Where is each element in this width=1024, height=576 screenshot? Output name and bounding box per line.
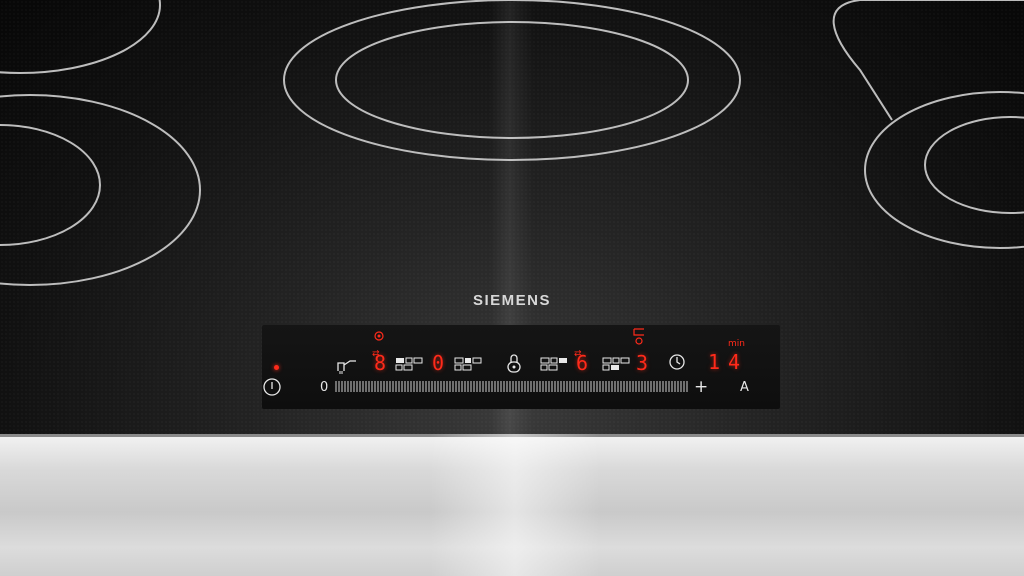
- zone3-position-icon: [540, 357, 567, 371]
- zone1-level-display: 8: [374, 351, 387, 375]
- timer-unit-label: min: [728, 339, 745, 349]
- zone2-position-icon: [454, 357, 482, 371]
- power-indicator-led: [274, 365, 279, 370]
- zone-oval-top-right: [832, 0, 1024, 121]
- wipe-protection-icon[interactable]: [334, 353, 360, 375]
- power-level-slider[interactable]: [334, 380, 690, 393]
- zone-left-inner-ring: [0, 124, 101, 246]
- zone2-level-display: 0: [432, 351, 445, 375]
- zone-right-inner-ring: [924, 116, 1024, 214]
- timer-clock-icon[interactable]: [668, 353, 686, 371]
- brand-logo: SIEMENS: [472, 292, 551, 309]
- zone3-level-display: 6: [576, 351, 589, 375]
- zone4-timer-indicator-icon: [633, 328, 644, 345]
- power-icon[interactable]: [262, 377, 282, 397]
- timer-value-display: 14: [708, 350, 749, 374]
- zone1-position-icon: [395, 357, 423, 371]
- child-lock-icon[interactable]: [505, 353, 523, 373]
- zone4-level-display: 3: [636, 351, 649, 375]
- zone4-position-icon: [602, 357, 630, 371]
- auto-cook-button[interactable]: A: [740, 380, 749, 395]
- cooktop-photo: SIEMENS ⇄ 8 0 ⇄ 6 3 min 14 0 + A: [0, 0, 1024, 576]
- keep-warm-icon: [374, 331, 384, 341]
- slider-plus-button[interactable]: +: [694, 377, 708, 397]
- control-panel: ⇄ 8 0 ⇄ 6 3 min 14 0 + A: [262, 325, 780, 409]
- zone-top-left-ring: [0, 0, 161, 74]
- stainless-steel-countertop: [0, 434, 1024, 576]
- slider-min-label: 0: [320, 380, 329, 395]
